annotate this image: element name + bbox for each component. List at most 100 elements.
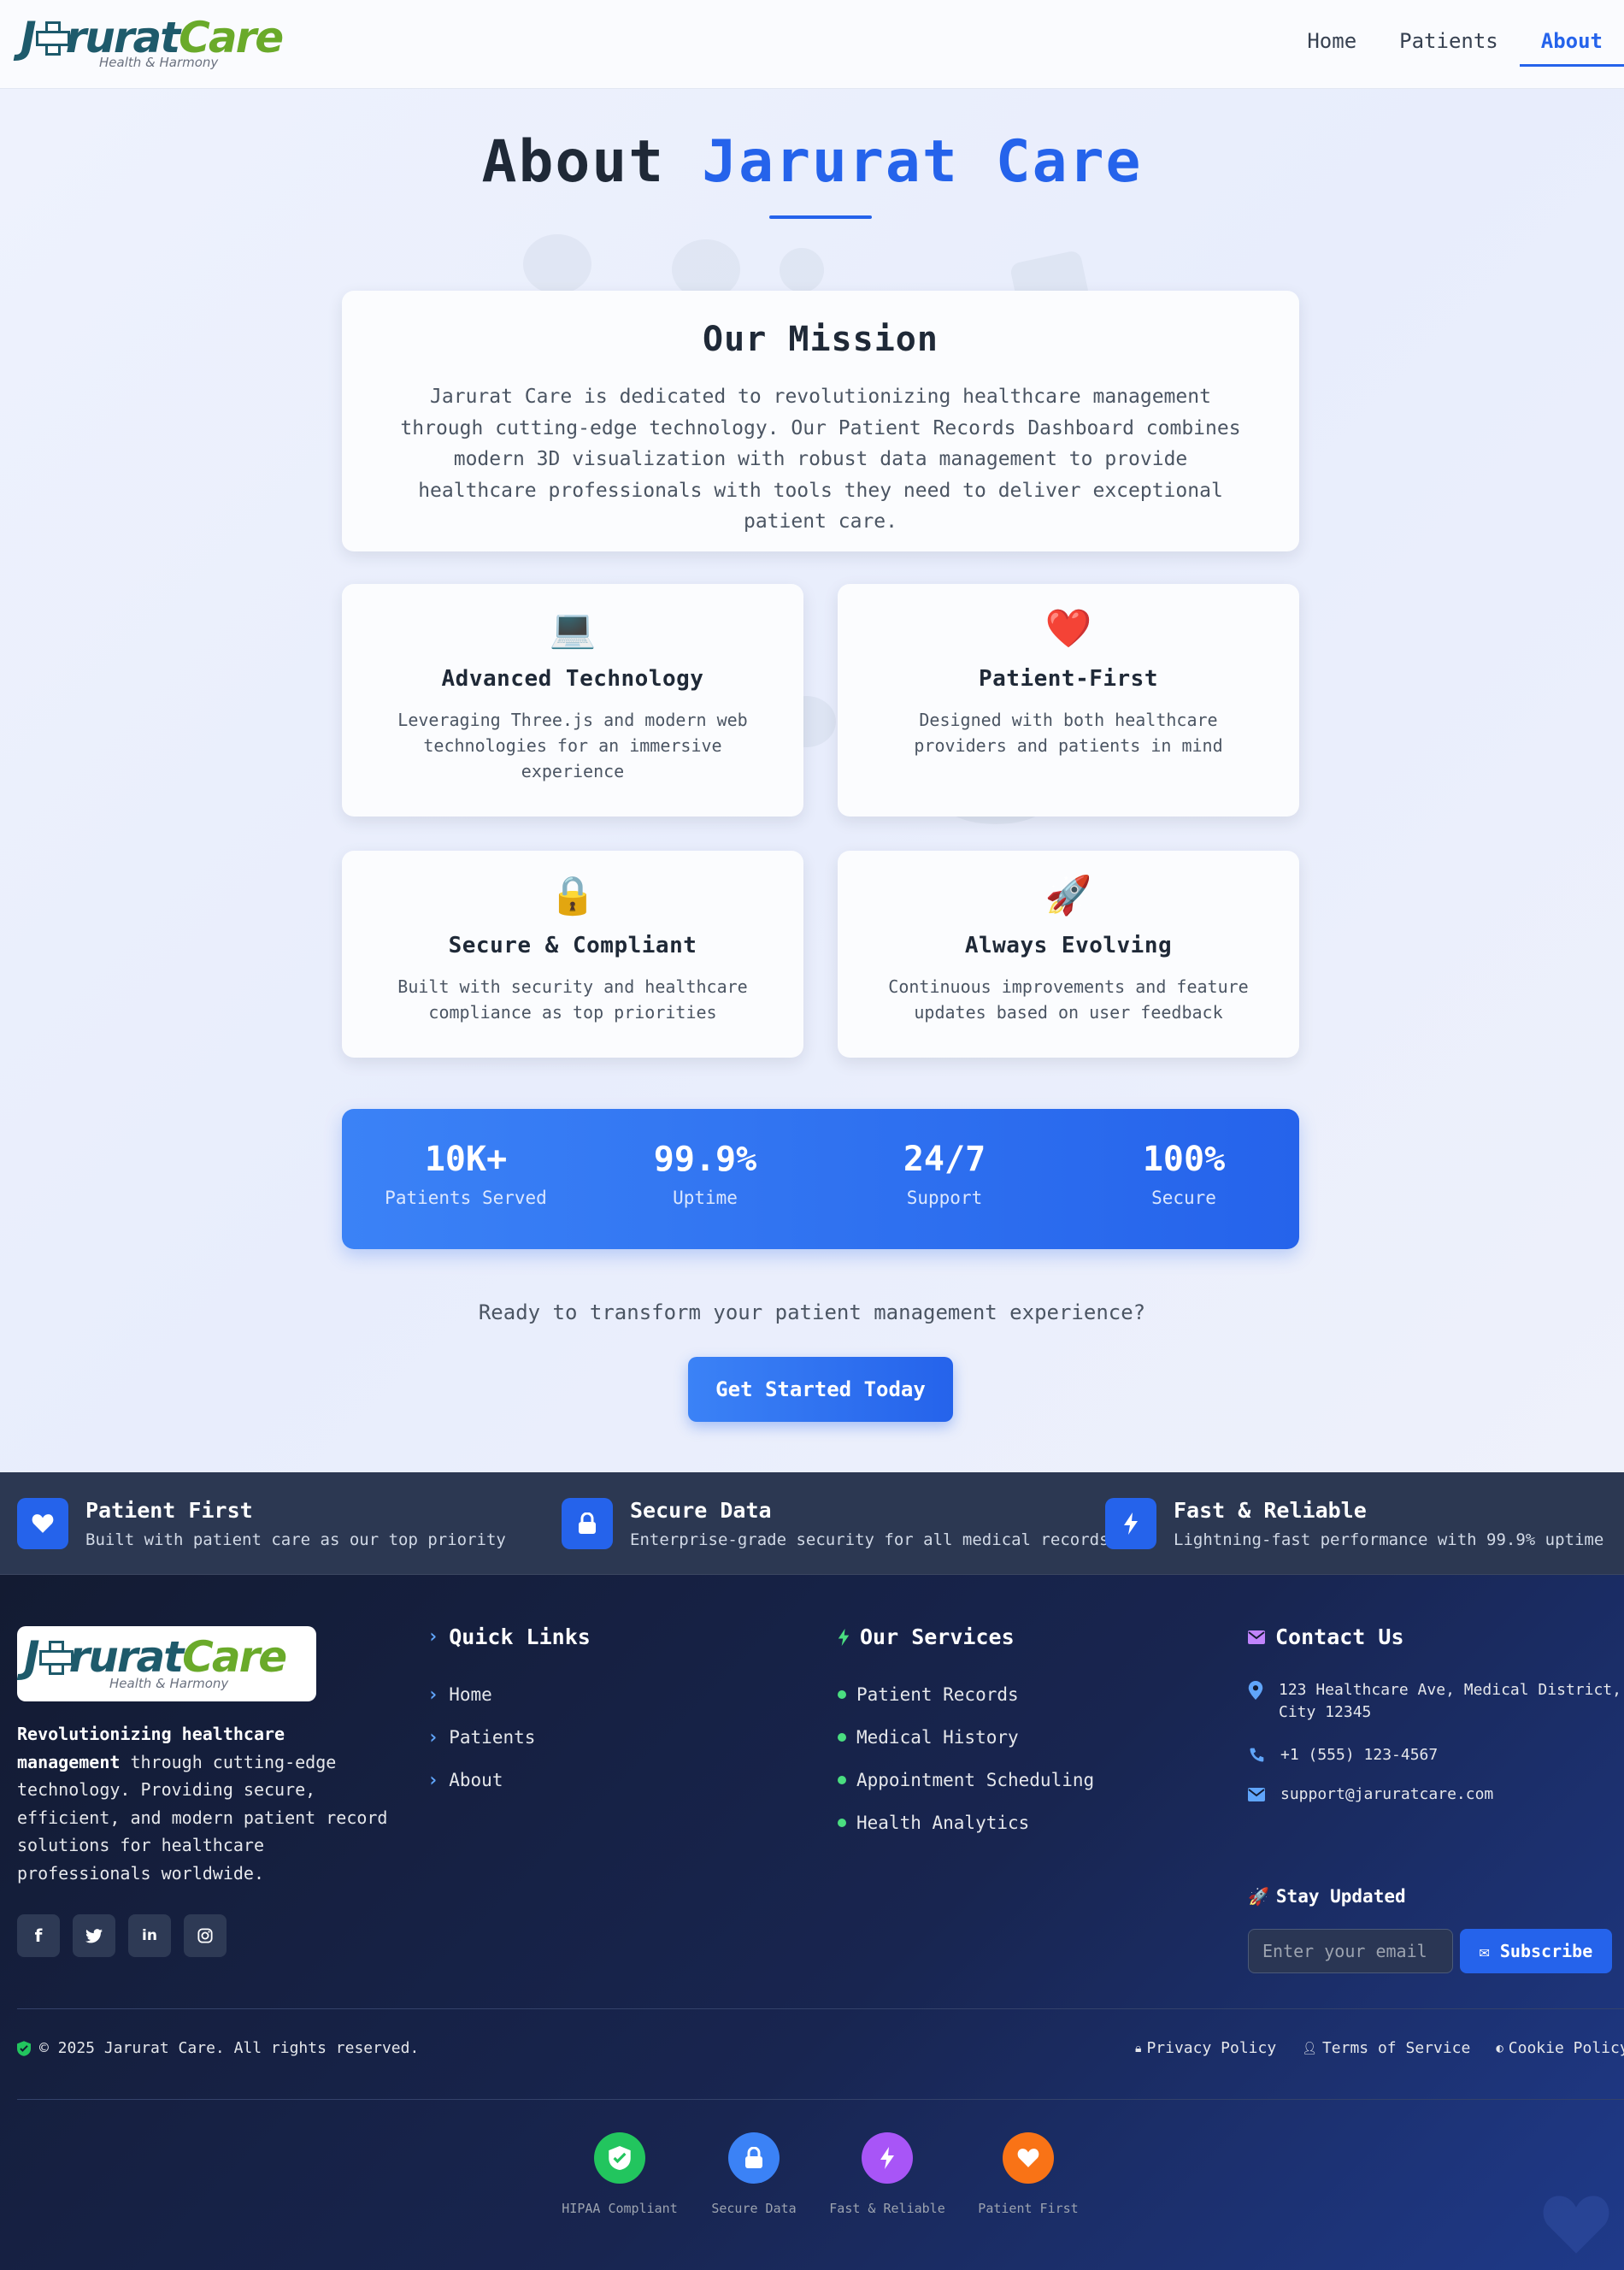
stats-panel: 10K+ Patients Served 99.9% Uptime 24/7 Supp… — [342, 1109, 1299, 1249]
link-label: About — [449, 1770, 503, 1790]
phone-icon — [1250, 1748, 1264, 1762]
contact-phone[interactable]: +1 (555) 123-4567 — [1280, 1744, 1438, 1766]
bullet-dot — [838, 1733, 846, 1742]
main-nav: Home Patients About — [1286, 0, 1624, 89]
stat-label: Support — [906, 1188, 983, 1208]
heart-icon — [1003, 2132, 1054, 2184]
badge-fast-reliable: Fast & Reliable — [827, 2132, 947, 2216]
envelope-icon: ✉ — [1479, 1941, 1490, 1961]
logo-tagline: Health & Harmony — [99, 55, 219, 70]
shield-check-icon — [594, 2132, 645, 2184]
nav-home[interactable]: Home — [1286, 0, 1378, 89]
brand-logo[interactable]: JruratCare Health & Harmony — [21, 12, 285, 72]
column-title: Our Services — [860, 1624, 1015, 1649]
contact-address-row: 123 Healthcare Ave, Medical District, Ci… — [1248, 1679, 1624, 1724]
feature-card-technology: 💻 Advanced Technology Leveraging Three.j… — [342, 584, 803, 817]
feature-card-evolving: 🚀 Always Evolving Continuous improvement… — [838, 851, 1299, 1058]
cookie-policy-link[interactable]: ◐ Cookie Policy — [1496, 2039, 1624, 2057]
nav-about[interactable]: About — [1519, 0, 1624, 89]
bolt-icon — [1105, 1498, 1156, 1549]
newsletter-email-input[interactable]: Enter your email — [1248, 1929, 1453, 1973]
legal-label: Privacy Policy — [1146, 2039, 1277, 2057]
lock-icon — [562, 1498, 613, 1549]
service-item[interactable]: Health Analytics — [838, 1801, 1094, 1844]
mission-heading: Our Mission — [703, 320, 939, 359]
quick-links-column: › Quick Links › Home › Patients › About — [427, 1624, 591, 1801]
bolt-icon — [862, 2132, 913, 2184]
facebook-icon[interactable]: f — [17, 1914, 60, 1957]
twitter-icon[interactable] — [73, 1914, 115, 1957]
legal-label: Terms of Service — [1321, 2039, 1471, 2057]
footer-link-about[interactable]: › About — [427, 1759, 591, 1801]
strip-title: Fast & Reliable — [1174, 1498, 1367, 1523]
linkedin-icon[interactable]: in — [128, 1914, 171, 1957]
bullet-dot — [838, 1690, 846, 1699]
feature-text: Continuous improvements and feature upda… — [888, 976, 1249, 1023]
stat-support: 24/7 Support — [821, 1109, 1060, 1249]
stat-patients: 10K+ Patients Served — [342, 1109, 581, 1249]
legal-links: 🔒︎ Privacy Policy 👤︎ Terms of Service ◐ Coo… — [1135, 2039, 1624, 2057]
terms-link[interactable]: 👤︎ Terms of Service — [1302, 2039, 1470, 2057]
strip-title: Secure Data — [630, 1498, 772, 1523]
newsletter-title-text: Stay Updated — [1275, 1886, 1406, 1907]
stat-secure: 100% Secure — [1060, 1109, 1299, 1249]
contact-title: Contact Us — [1248, 1624, 1624, 1649]
privacy-policy-link[interactable]: 🔒︎ Privacy Policy — [1135, 2039, 1276, 2057]
service-label: Health Analytics — [856, 1813, 1030, 1833]
services-list: Patient Records Medical History Appointm… — [838, 1673, 1094, 1844]
rocket-icon: 🚀 — [1248, 1886, 1269, 1907]
nav-patients[interactable]: Patients — [1378, 0, 1520, 89]
heart-icon: ❤️ — [1044, 607, 1092, 651]
feature-title: Secure & Compliant — [448, 933, 697, 958]
stat-label: Patients Served — [385, 1188, 547, 1208]
feature-text: Built with security and healthcare compl… — [397, 976, 748, 1023]
top-navbar: JruratCare Health & Harmony Home Patient… — [0, 0, 1624, 89]
bolt-icon — [838, 1628, 850, 1646]
logo-wordmark: JruratCare — [24, 1632, 287, 1682]
background-blob — [780, 248, 824, 292]
feature-card-patient-first: ❤️ Patient-First Designed with both heal… — [838, 584, 1299, 817]
mission-text: Jarurat Care is dedicated to revolutioni… — [400, 386, 1241, 533]
contact-email[interactable]: support@jaruratcare.com — [1280, 1784, 1493, 1806]
cta-text: Ready to transform your patient manageme… — [478, 1300, 1146, 1324]
footer-link-home[interactable]: › Home — [427, 1673, 591, 1716]
service-label: Patient Records — [856, 1684, 1019, 1705]
column-title: Contact Us — [1275, 1624, 1404, 1649]
get-started-button[interactable]: Get Started Today — [688, 1357, 953, 1422]
badge-label: HIPAA Compliant — [562, 2201, 678, 2216]
contact-column: Contact Us 123 Healthcare Ave, Medical D… — [1248, 1624, 1624, 1984]
instagram-icon[interactable] — [184, 1914, 227, 1957]
strip-title: Patient First — [85, 1498, 253, 1523]
chevron-right-icon: › — [427, 1626, 439, 1648]
chevron-right-icon: › — [427, 1683, 439, 1706]
badge-hipaa: HIPAA Compliant — [560, 2132, 680, 2216]
service-item[interactable]: Medical History — [838, 1716, 1094, 1759]
bullet-dot — [838, 1776, 846, 1784]
badge-patient-first: Patient First — [968, 2132, 1088, 2216]
envelope-icon — [1248, 1788, 1265, 1801]
subscribe-button[interactable]: ✉ Subscribe — [1460, 1929, 1612, 1973]
feature-card-secure: 🔒 Secure & Compliant Built with security… — [342, 851, 803, 1058]
feature-text: Designed with both healthcare providers … — [914, 710, 1223, 756]
feature-title: Always Evolving — [964, 933, 1173, 958]
user-shield-icon: 👤︎ — [1302, 2041, 1317, 2055]
copyright-text: © 2025 Jarurat Care. All rights reserved… — [39, 2039, 420, 2057]
stat-value: 100% — [1142, 1140, 1226, 1179]
heart-icon — [17, 1498, 68, 1549]
quick-links-title: › Quick Links — [427, 1624, 591, 1649]
stat-label: Uptime — [673, 1188, 738, 1208]
footer-divider — [17, 2008, 1624, 2009]
badge-secure-data: Secure Data — [694, 2132, 814, 2216]
social-links: f in — [17, 1914, 227, 1957]
service-item[interactable]: Appointment Scheduling — [838, 1759, 1094, 1801]
copyright: © 2025 Jarurat Care. All rights reserved… — [17, 2039, 419, 2057]
background-blob — [523, 234, 591, 294]
stat-value: 10K+ — [424, 1140, 508, 1179]
stat-value: 24/7 — [903, 1140, 986, 1179]
footer-link-patients[interactable]: › Patients — [427, 1716, 591, 1759]
service-item[interactable]: Patient Records — [838, 1673, 1094, 1716]
link-label: Patients — [449, 1727, 536, 1748]
service-label: Medical History — [856, 1727, 1019, 1748]
footer-logo[interactable]: JruratCare Health & Harmony — [17, 1626, 316, 1701]
stat-uptime: 99.9% Uptime — [581, 1109, 821, 1249]
